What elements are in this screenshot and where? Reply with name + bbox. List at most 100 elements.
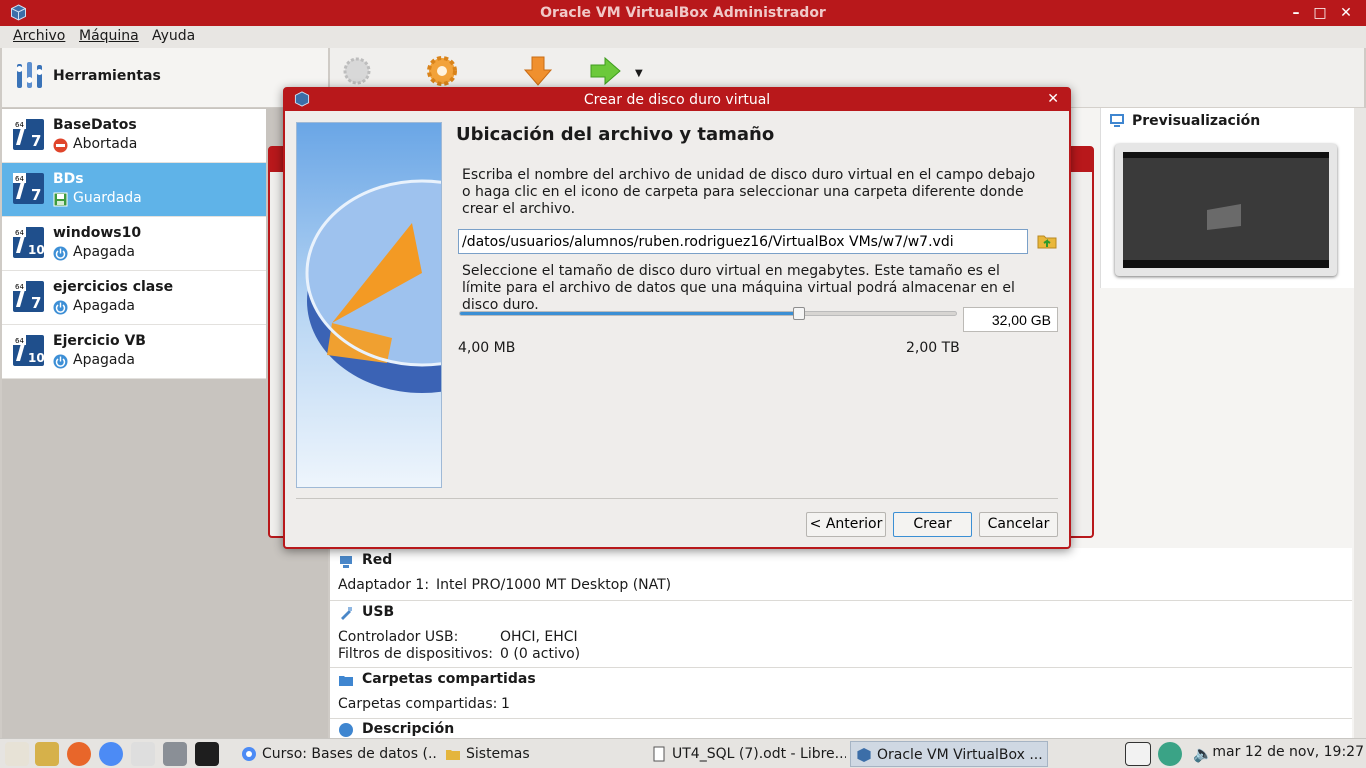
vm-item-basedatos[interactable]: 64 7 BaseDatos Abortada (2, 109, 266, 163)
dialog-separator (296, 498, 1058, 499)
windows-os-icon: 64 7 (12, 280, 45, 313)
dialog-titlebar[interactable]: Crear de disco duro virtual ✕ (285, 89, 1069, 111)
vm-name: BDs (53, 171, 84, 187)
dialog-description-size: Seleccione el tamaño de disco duro virtu… (462, 263, 1015, 313)
power-off-icon (53, 246, 68, 261)
vm-item-bds[interactable]: 64 7 BDs Guardada (2, 163, 266, 217)
windows-os-icon: 64 7 (12, 118, 45, 151)
folder-icon (446, 750, 460, 760)
file-path-input[interactable] (458, 229, 1028, 254)
window-titlebar[interactable]: Oracle VM VirtualBox Administrador – □ ✕ (0, 0, 1366, 26)
section-title: Carpetas compartidas (362, 671, 536, 687)
task-sistemas[interactable]: Sistemas (440, 741, 640, 767)
usb-filters-label: Filtros de dispositivos: (338, 646, 493, 662)
minimize-icon[interactable]: – (1286, 3, 1306, 23)
disk-size-input[interactable] (963, 307, 1058, 332)
vm-state: Apagada (73, 298, 135, 314)
task-virtualbox[interactable]: Oracle VM VirtualBox ... (850, 741, 1048, 767)
close-icon[interactable]: ✕ (1336, 3, 1356, 23)
description-icon (339, 723, 353, 737)
vm-name: BaseDatos (53, 117, 137, 133)
menu-ayuda[interactable]: Ayuda (152, 28, 195, 44)
usb-controller-label: Controlador USB: (338, 629, 459, 645)
settings-gear-icon[interactable] (425, 54, 459, 88)
dialog-close-icon[interactable]: ✕ (1047, 91, 1059, 107)
task-label: Sistemas (466, 746, 530, 762)
preview-panel: Previsualización (1100, 108, 1354, 288)
clock[interactable]: mar 12 de nov, 19:27 (1212, 744, 1364, 760)
vm-item-windows10[interactable]: 64 10 windows10 Apagada (2, 217, 266, 271)
section-description: Descripción (330, 719, 1352, 738)
chromium-icon (242, 747, 256, 761)
section-title: Descripción (362, 721, 455, 737)
dialog-description-file: Escriba el nombre del archivo de unidad … (462, 167, 1036, 217)
details-scrollbar[interactable] (1354, 108, 1366, 738)
dialog-title: Crear de disco duro virtual (583, 92, 771, 108)
disk-size-slider[interactable] (459, 307, 957, 320)
vm-state: Abortada (73, 136, 138, 152)
power-off-icon (53, 300, 68, 315)
adapter-value: Intel PRO/1000 MT Desktop (NAT) (436, 577, 672, 593)
create-disk-dialog: Crear de disco duro virtual ✕ Ubicación … (283, 87, 1071, 549)
chevron-down-icon[interactable]: ▼ (635, 68, 643, 79)
back-button[interactable]: < Anterior (806, 512, 886, 537)
vm-list: 64 7 BaseDatos Abortada 64 7 BDs Guardada … (2, 109, 266, 379)
discard-arrow-down-icon[interactable] (521, 54, 555, 88)
power-off-icon (53, 354, 68, 369)
choose-folder-icon[interactable] (1036, 231, 1058, 251)
section-title: USB (362, 604, 395, 620)
svg-text:64: 64 (15, 229, 24, 237)
usb-icon (341, 607, 352, 620)
aborted-icon (53, 138, 68, 153)
new-vm-icon[interactable] (340, 54, 374, 88)
os-badge: 10 (28, 243, 45, 257)
network-icon (340, 556, 352, 568)
windows-os-icon: 64 10 (12, 334, 45, 367)
preview-screen (1115, 144, 1337, 276)
firefox-icon[interactable] (67, 742, 91, 766)
tools-item[interactable]: Herramientas (2, 48, 328, 108)
menu-maquina[interactable]: Máquina (79, 28, 139, 44)
vm-name: windows10 (53, 225, 142, 241)
min-size-label: 4,00 MB (458, 340, 516, 356)
saved-state-icon (53, 192, 68, 207)
folder-icon (339, 676, 353, 686)
vm-item-ejercicios-clase[interactable]: 64 7 ejercicios clase Apagada (2, 271, 266, 325)
slider-handle[interactable] (792, 307, 805, 320)
volume-icon[interactable]: 🔈 (1193, 742, 1213, 766)
tools-icon (16, 62, 43, 88)
shared-folders-label: Carpetas compartidas: (338, 696, 498, 712)
text-editor-icon[interactable] (35, 742, 59, 766)
task-curso[interactable]: Curso: Bases de datos (... (236, 741, 436, 767)
menubar: Archivo Máquina Ayuda (0, 26, 1366, 48)
max-size-label: 2,00 TB (906, 340, 960, 356)
windows-os-icon: 64 10 (12, 226, 45, 259)
start-arrow-right-icon[interactable] (588, 54, 622, 88)
wizard-disk-image (296, 122, 442, 488)
task-label: Oracle VM VirtualBox ... (877, 747, 1043, 763)
notes-icon[interactable] (131, 742, 155, 766)
menu-launcher-icon[interactable] (5, 742, 29, 766)
vm-screenshot-image (1123, 152, 1329, 268)
windows-os-icon: 64 7 (12, 172, 45, 205)
cancel-button[interactable]: Cancelar (979, 512, 1058, 537)
vm-name: ejercicios clase (53, 279, 174, 295)
terminal-icon[interactable] (195, 742, 219, 766)
create-button[interactable]: Crear (893, 512, 972, 537)
screenshot-icon[interactable] (163, 742, 187, 766)
section-red: Red Adaptador 1: Intel PRO/1000 MT Deskt… (330, 548, 1352, 601)
chromium-icon[interactable] (99, 742, 123, 766)
section-usb: USB Controlador USB: OHCI, EHCI Filtros … (330, 601, 1352, 668)
slider-fill (460, 312, 799, 315)
vm-name: Ejercicio VB (53, 333, 146, 349)
svg-text:64: 64 (15, 337, 24, 345)
task-libreoffice[interactable]: UT4_SQL (7).odt - Libre... (646, 741, 846, 767)
monitor-icon (1110, 114, 1124, 127)
network-tray-icon[interactable] (1125, 742, 1151, 766)
vm-item-ejercicio-vb[interactable]: 64 10 Ejercicio VB Apagada (2, 325, 266, 379)
os-badge: 7 (31, 132, 41, 150)
updates-tray-icon[interactable] (1158, 742, 1182, 766)
maximize-icon[interactable]: □ (1310, 3, 1330, 23)
section-title: Red (362, 552, 393, 568)
menu-archivo[interactable]: Archivo (13, 28, 65, 44)
